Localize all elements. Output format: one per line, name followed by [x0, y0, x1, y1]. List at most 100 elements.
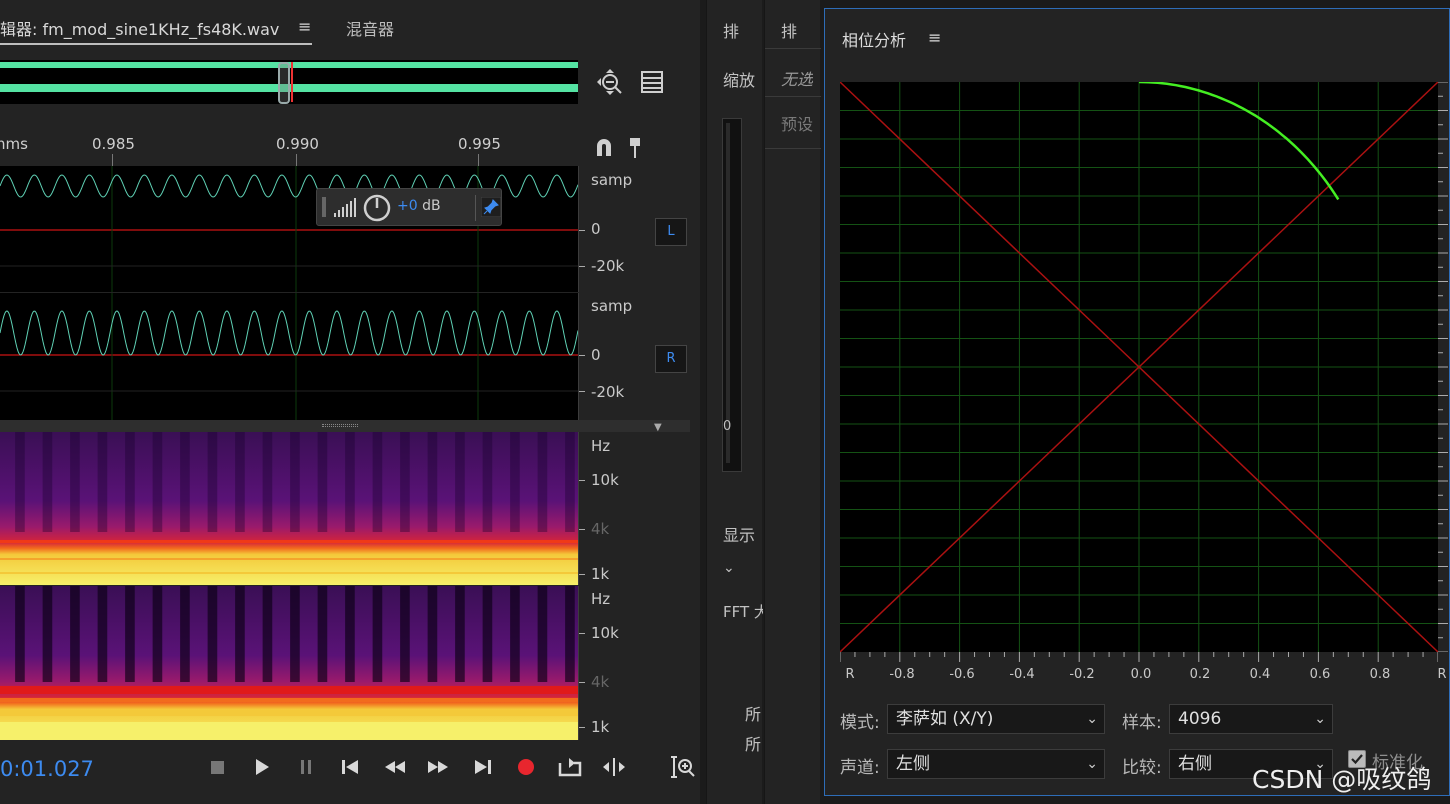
stop-icon[interactable]: [204, 754, 230, 780]
separator: [765, 48, 821, 49]
freq-label: 4k: [591, 520, 610, 538]
scale-tick: [579, 266, 585, 267]
record-icon[interactable]: [513, 754, 539, 780]
middle-tab-1[interactable]: 排: [723, 18, 747, 42]
pin-hud-icon[interactable]: [481, 197, 501, 217]
x-axis-label: 0.8: [1369, 667, 1391, 682]
fast-forward-icon[interactable]: [425, 754, 451, 780]
volume-hud[interactable]: +0 dB: [316, 188, 502, 226]
x-axis-label: -0.6: [949, 667, 975, 682]
skip-to-start-icon[interactable]: [337, 754, 363, 780]
spectral-stripe: [565, 586, 575, 682]
volume-knob-icon[interactable]: [363, 194, 391, 222]
rewind-icon[interactable]: [382, 754, 408, 780]
display-chevron-icon[interactable]: ⌄: [723, 560, 735, 576]
x-axis-label: 0.2: [1189, 667, 1211, 682]
chevron-down-icon: ⌄: [1086, 711, 1098, 727]
mixer-tab[interactable]: 混音器: [346, 16, 394, 40]
scale-zero: 0: [591, 346, 601, 364]
spectral-stripe: [290, 432, 300, 532]
spectral-stripe: [455, 586, 465, 682]
divider-grip[interactable]: [322, 424, 358, 427]
scale-zero: 0: [591, 220, 601, 238]
scale-unit: samp: [591, 171, 633, 189]
spectral-stripe: [70, 432, 80, 532]
middle-tab-2[interactable]: 排: [781, 18, 805, 42]
panel-divider[interactable]: ▼: [0, 420, 690, 433]
spectral-stripe: [262, 432, 273, 532]
marker-pin-icon[interactable]: [628, 136, 642, 160]
spectral-stripe: [152, 432, 163, 532]
scale-tick: [579, 574, 585, 575]
skip-selection-icon[interactable]: [601, 754, 627, 780]
overview-handle[interactable]: [278, 62, 290, 104]
hud-grip-icon[interactable]: [321, 197, 327, 217]
amplitude-scale-right: samp 0 -20k R: [578, 293, 690, 420]
freq-label: 10k: [591, 471, 619, 489]
none-selected-label: 无选: [781, 70, 814, 89]
waveform-left-channel[interactable]: [0, 166, 578, 292]
editor-tab-menu-icon[interactable]: ≡: [298, 17, 311, 36]
spectral-stripe: [15, 586, 25, 682]
x-axis-label: -0.2: [1069, 667, 1095, 682]
spectral-stripe: [482, 586, 493, 682]
samples-label: 样本:: [1122, 713, 1162, 733]
display-label: 显示: [723, 526, 756, 545]
freq-label: 4k: [591, 673, 610, 691]
spectral-stripe: [235, 586, 245, 682]
scale-unit: samp: [591, 297, 633, 315]
meter-label: 0: [723, 419, 732, 434]
ruler-tick: [296, 154, 297, 166]
spectral-stripe: [537, 586, 548, 682]
x-axis-label: R: [845, 667, 855, 682]
snap-magnet-icon[interactable]: [594, 136, 614, 158]
spectral-stripe: [537, 432, 548, 532]
right-channel-button[interactable]: R: [655, 345, 687, 373]
play-icon[interactable]: [248, 754, 274, 780]
zoom-amplitude-icon[interactable]: [670, 754, 696, 780]
bottom-label-1: 所: [745, 705, 762, 724]
volume-db-unit: dB: [422, 198, 441, 214]
waveform-right-svg: [0, 293, 578, 420]
ruler-tick: [478, 154, 479, 166]
freq-unit: Hz: [591, 590, 611, 608]
mode-select[interactable]: 李萨如 (X/Y) ⌄: [887, 704, 1105, 734]
spectral-stripe: [345, 586, 355, 682]
spectral-stripe: [262, 586, 273, 682]
left-channel-button[interactable]: L: [655, 218, 687, 246]
channel-label: 声道:: [840, 758, 880, 778]
spectral-stripe: [125, 432, 135, 532]
spectral-stripe: [207, 432, 218, 532]
view-list-icon[interactable]: [640, 70, 664, 94]
scale-tick: [579, 682, 585, 683]
x-axis-label: -0.8: [889, 667, 915, 682]
volume-value: +0 dB: [397, 198, 441, 214]
loop-icon[interactable]: [557, 754, 583, 780]
spectral-stripe: [290, 586, 300, 682]
spectral-stripe: [317, 432, 328, 532]
lissajous-plot: [840, 82, 1438, 652]
spectral-stripe: [125, 586, 135, 682]
spectral-stripe: [372, 432, 383, 532]
editor-tab-underline: [0, 43, 312, 45]
spectral-right-channel[interactable]: [0, 586, 578, 740]
spectral-stripe: [97, 432, 108, 532]
waveform-right-channel[interactable]: [0, 293, 578, 420]
channel-select[interactable]: 左侧 ⌄: [887, 749, 1105, 779]
compare-value: 右侧: [1178, 754, 1212, 774]
x-axis-label: 0.4: [1249, 667, 1271, 682]
pause-icon[interactable]: [293, 754, 319, 780]
samples-select[interactable]: 4096 ⌄: [1169, 704, 1333, 734]
separator: [765, 96, 821, 97]
spectral-left-channel[interactable]: [0, 432, 578, 585]
skip-to-end-icon[interactable]: [470, 754, 496, 780]
spectral-stripe: [510, 586, 520, 682]
scale-tick: [579, 230, 585, 231]
editor-tab[interactable]: 编辑器: fm_mod_sine1KHz_fs48K.wav: [0, 16, 279, 40]
spectral-stripe: [400, 432, 410, 532]
mode-label: 模式:: [840, 713, 880, 733]
time-display[interactable]: 0:01.027: [0, 757, 94, 781]
phase-panel-menu-icon[interactable]: ≡: [928, 28, 941, 47]
middle-panel-2: 排 无选 预设: [764, 0, 821, 804]
zoom-to-fit-icon[interactable]: [594, 66, 626, 98]
